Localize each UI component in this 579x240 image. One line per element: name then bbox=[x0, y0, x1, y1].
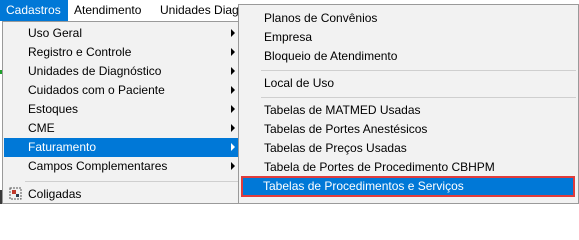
menu-item-label: Faturamento bbox=[28, 140, 97, 154]
menu-item-uso-geral[interactable]: Uso Geral bbox=[4, 24, 243, 43]
menu-item-label: Cuidados com o Paciente bbox=[28, 83, 165, 97]
menu-item-cme[interactable]: CME bbox=[4, 119, 243, 138]
menu-separator bbox=[261, 70, 576, 71]
menu-item-label: Campos Complementares bbox=[28, 159, 168, 173]
submenu-arrow-icon bbox=[231, 105, 235, 113]
menu-item-coligadas[interactable]: Coligadas bbox=[4, 185, 243, 204]
menu-item-label: Coligadas bbox=[28, 187, 82, 201]
submenu-arrow-icon bbox=[231, 67, 235, 75]
faturamento-submenu: Planos de Convênios Empresa Bloqueio de … bbox=[238, 4, 579, 204]
menu-item-estoques[interactable]: Estoques bbox=[4, 100, 243, 119]
menu-item-cuidados-paciente[interactable]: Cuidados com o Paciente bbox=[4, 81, 243, 100]
submenu-item-empresa[interactable]: Empresa bbox=[240, 28, 577, 47]
menu-item-label: CME bbox=[28, 121, 55, 135]
submenu-item-local-uso[interactable]: Local de Uso bbox=[240, 74, 577, 93]
submenu-arrow-icon bbox=[231, 48, 235, 56]
submenu-item-tabelas-matmed[interactable]: Tabelas de MATMED Usadas bbox=[240, 101, 577, 120]
cadastros-dropdown: Uso Geral Registro e Controle Unidades d… bbox=[2, 21, 245, 204]
menu-atendimento[interactable]: Atendimento bbox=[68, 0, 154, 21]
submenu-item-procedimentos-servicos[interactable]: Tabelas de Procedimentos e Serviços bbox=[241, 176, 575, 197]
menu-item-label: Unidades de Diagnóstico bbox=[28, 64, 162, 78]
submenu-item-planos-convenios[interactable]: Planos de Convênios bbox=[240, 9, 577, 28]
submenu-item-bloqueio-atendimento[interactable]: Bloqueio de Atendimento bbox=[240, 47, 577, 66]
submenu-arrow-icon bbox=[231, 86, 235, 94]
submenu-item-portes-anestesicos[interactable]: Tabelas de Portes Anestésicos bbox=[240, 120, 577, 139]
menu-separator bbox=[25, 181, 242, 182]
menu-item-registro-controle[interactable]: Registro e Controle bbox=[4, 43, 243, 62]
menu-cadastros[interactable]: Cadastros bbox=[0, 0, 68, 21]
submenu-arrow-icon bbox=[231, 143, 235, 151]
submenu-arrow-icon bbox=[231, 124, 235, 132]
menu-item-faturamento[interactable]: Faturamento bbox=[4, 138, 243, 157]
menu-item-label: Estoques bbox=[28, 102, 79, 116]
submenu-item-precos-usadas[interactable]: Tabelas de Preços Usadas bbox=[240, 139, 577, 158]
submenu-arrow-icon bbox=[231, 29, 235, 37]
submenu-item-portes-cbhpm[interactable]: Tabela de Portes de Procedimento CBHPM bbox=[240, 158, 577, 177]
menu-item-unidades-diagnostico[interactable]: Unidades de Diagnóstico bbox=[4, 62, 243, 81]
menu-item-label: Registro e Controle bbox=[28, 45, 132, 59]
submenu-arrow-icon bbox=[231, 162, 235, 170]
menu-unidades-diagnostico[interactable]: Unidades Diagn bbox=[154, 0, 244, 21]
menu-separator bbox=[261, 97, 576, 98]
menu-item-campos-complementares[interactable]: Campos Complementares bbox=[4, 157, 243, 176]
menu-item-label: Uso Geral bbox=[28, 26, 83, 40]
coligadas-icon bbox=[9, 187, 22, 200]
